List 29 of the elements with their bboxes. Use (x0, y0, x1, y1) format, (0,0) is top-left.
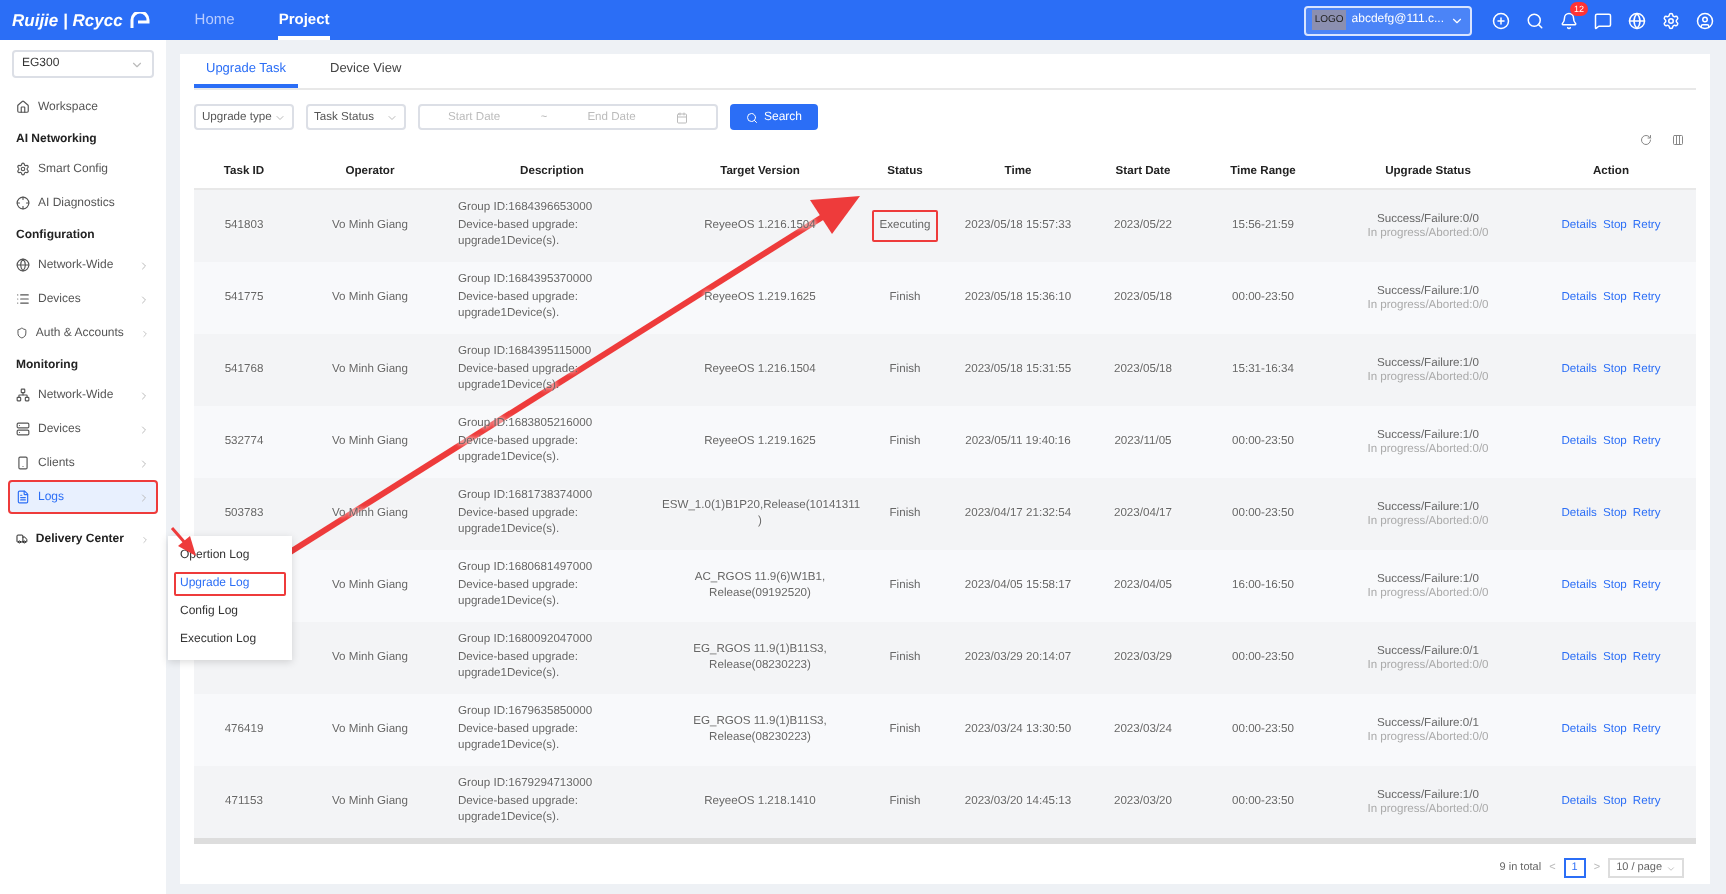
chevron-down-icon (386, 111, 398, 123)
crosshair-icon (16, 196, 30, 210)
chevron-down-icon (274, 111, 286, 123)
brand-logo: Ruijie | Rcycc (12, 10, 123, 30)
truck-icon (16, 532, 28, 546)
user-icon[interactable] (1696, 11, 1714, 29)
notification-icon[interactable] (1560, 11, 1578, 29)
globe-icon[interactable] (1628, 11, 1646, 29)
shield-icon (16, 326, 28, 340)
list-icon (16, 292, 30, 306)
arch-icon (130, 11, 151, 29)
columns-icon[interactable] (1672, 134, 1684, 146)
settings-icon[interactable] (1662, 11, 1680, 29)
chevron-down-icon (1666, 863, 1676, 873)
chevron-down-icon (130, 57, 144, 71)
search-icon (746, 111, 758, 123)
refresh-icon[interactable] (1640, 134, 1652, 146)
server-icon (16, 422, 30, 436)
smartphone-icon (16, 456, 30, 470)
globe-icon (16, 258, 30, 272)
network-icon (16, 388, 30, 402)
message-icon[interactable] (1594, 11, 1612, 29)
house-icon (16, 100, 30, 114)
search-icon[interactable] (1526, 11, 1544, 29)
document-icon (16, 490, 30, 504)
chevron-down-icon (1450, 13, 1464, 27)
add-icon[interactable] (1492, 11, 1510, 29)
gear-icon (16, 162, 30, 176)
calendar-icon (675, 111, 688, 123)
